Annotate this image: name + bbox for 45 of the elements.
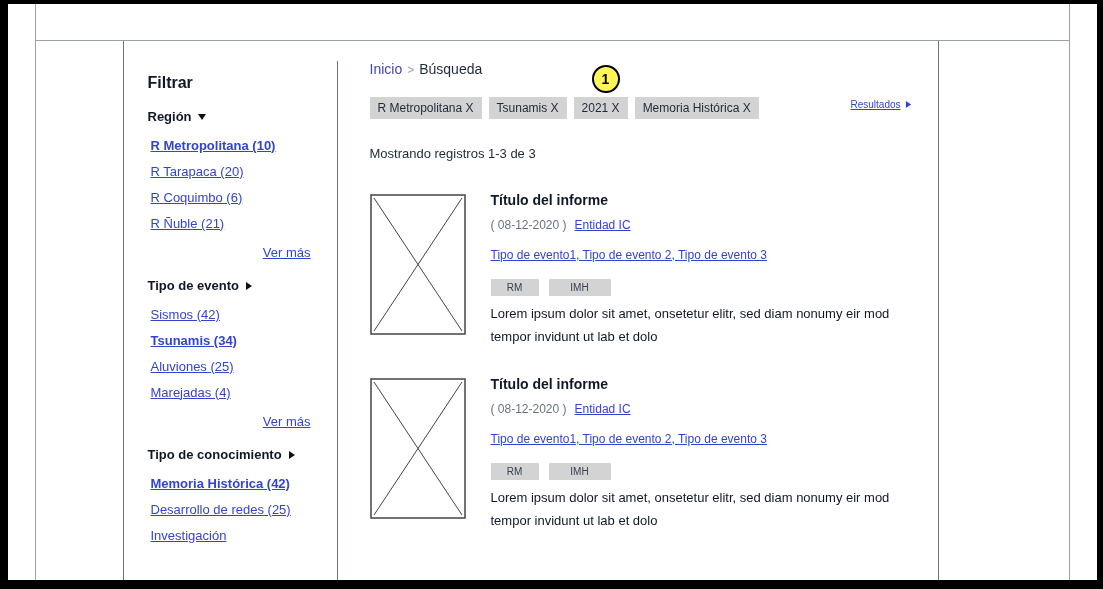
- tag: RM: [490, 462, 539, 480]
- down-triangle-icon[interactable]: [197, 112, 206, 121]
- filter-link[interactable]: Tsunamis (34): [150, 327, 237, 354]
- tag: IMH: [548, 278, 611, 296]
- breadcrumb-separator: >: [407, 61, 415, 79]
- filter-link[interactable]: Memoria Histórica (42): [150, 470, 290, 497]
- filter-chip[interactable]: Memoria Histórica X: [634, 97, 759, 119]
- report-date: ( 08-12-2020 ): [490, 216, 567, 234]
- event-types-link[interactable]: Tipo de evento1, Tipo de evento 2, Tipo de evento 3: [490, 429, 891, 448]
- report-date: ( 08-12-2020 ): [490, 400, 567, 418]
- results-link[interactable]: Resultados: [850, 97, 912, 112]
- filter-title: Filtrar: [147, 73, 194, 93]
- right-triangle-icon[interactable]: [245, 281, 253, 290]
- filter-chip[interactable]: Tsunamis X: [488, 97, 567, 119]
- breadcrumb-home-link[interactable]: Inicio: [369, 59, 403, 80]
- filter-heading[interactable]: Tipo de evento: [147, 276, 239, 296]
- see-more-link[interactable]: Ver más: [262, 411, 311, 431]
- report-description: Lorem ipsum dolor sit amet, onsetetur elitr, sed diam nonumy eir mod tempor invidunt ut lab et dolo: [490, 488, 891, 530]
- tag: IMH: [548, 462, 611, 480]
- filter-link[interactable]: Desarrollo de redes (25): [150, 496, 291, 523]
- filter-link[interactable]: Investigación: [150, 522, 227, 549]
- filter-link[interactable]: Sismos (42): [150, 301, 220, 328]
- filter-link[interactable]: R Metropolitana (10): [150, 132, 276, 159]
- tag: RM: [490, 278, 539, 296]
- report-description: Lorem ipsum dolor sit amet, onsetetur elitr, sed diam nonumy eir mod tempor invidunt ut lab et dolo: [490, 304, 891, 346]
- filter-chip[interactable]: R Metropolitana X: [369, 97, 482, 119]
- annotation-marker: 1: [591, 65, 620, 93]
- filter-link[interactable]: Marejadas (4): [150, 379, 231, 406]
- entity-link[interactable]: Entidad IC: [574, 399, 631, 418]
- right-triangle-icon: [904, 101, 912, 108]
- right-triangle-icon[interactable]: [287, 450, 296, 459]
- results-summary: Mostrando registros 1-3 de 3: [369, 145, 537, 163]
- see-more-link[interactable]: Ver más: [262, 242, 311, 262]
- filter-link[interactable]: Aluviones (25): [150, 353, 234, 380]
- report-title: Título del informe: [490, 374, 609, 394]
- filter-link[interactable]: R Ñuble (21): [150, 210, 225, 237]
- filter-chip[interactable]: 2021 X: [573, 97, 628, 119]
- entity-link[interactable]: Entidad IC: [574, 215, 631, 234]
- report-title: Título del informe: [490, 190, 609, 210]
- breadcrumb-current: Búsqueda: [419, 60, 483, 79]
- filter-link[interactable]: R Tarapaca (20): [150, 158, 244, 185]
- event-types-link[interactable]: Tipo de evento1, Tipo de evento 2, Tipo de evento 3: [490, 245, 891, 264]
- filter-heading[interactable]: Tipo de conocimiento: [147, 445, 282, 465]
- filter-link[interactable]: R Coquimbo (6): [150, 184, 243, 211]
- filter-heading[interactable]: Región: [147, 107, 192, 127]
